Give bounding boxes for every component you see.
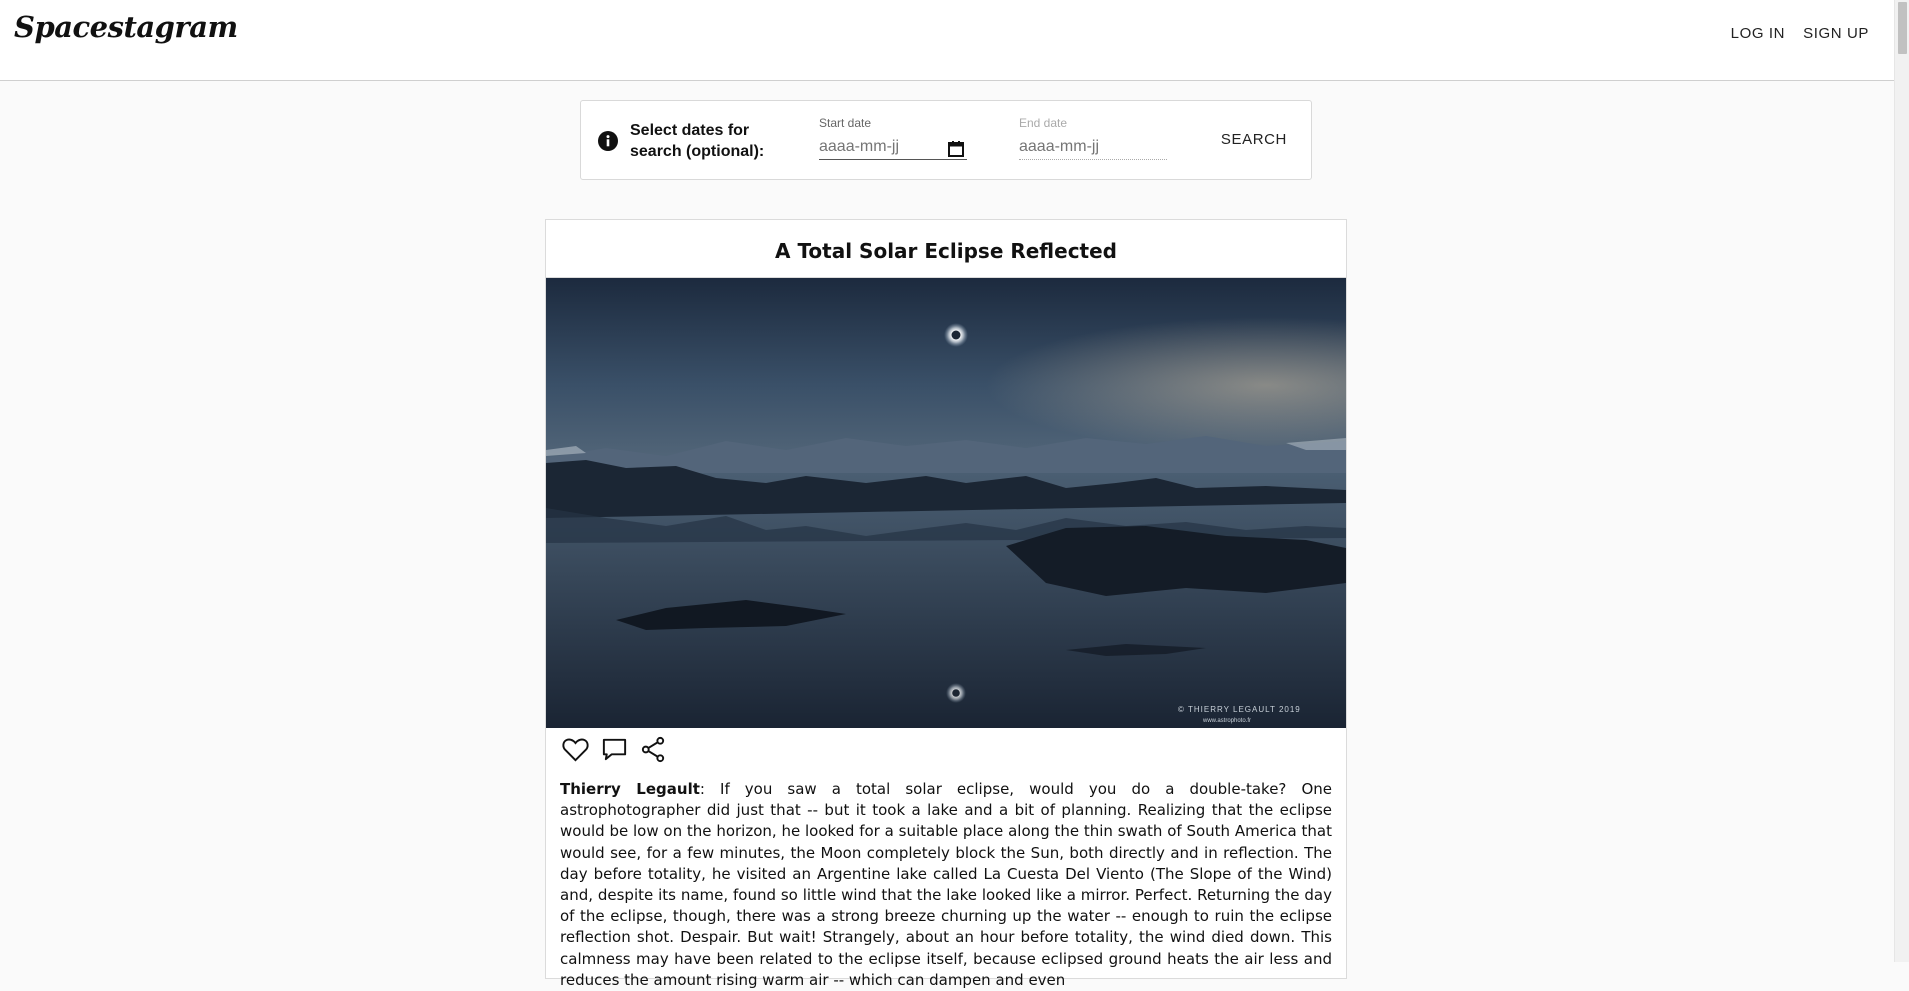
end-date-label: End date bbox=[1019, 116, 1068, 130]
post-actions bbox=[561, 735, 668, 764]
header-nav: LOG IN SIGN UP bbox=[1731, 25, 1869, 42]
start-date-label: Start date bbox=[819, 116, 872, 130]
end-date-input[interactable] bbox=[1019, 135, 1167, 160]
login-button[interactable]: LOG IN bbox=[1731, 25, 1785, 42]
info-icon bbox=[598, 131, 618, 151]
photo-watermark: © THIERRY LEGAULT 2019 bbox=[1178, 705, 1301, 714]
post-author[interactable]: Thierry Legault bbox=[560, 780, 700, 798]
start-date-field: Start date bbox=[819, 116, 967, 164]
post-card: A Total Solar Eclipse Reflected © THIERR… bbox=[545, 219, 1347, 989]
app-logo[interactable]: Spacestagram bbox=[14, 10, 238, 44]
start-date-input[interactable] bbox=[819, 135, 967, 160]
signup-button[interactable]: SIGN UP bbox=[1803, 25, 1869, 42]
date-search-panel: Select dates for search (optional): Star… bbox=[580, 100, 1312, 180]
search-button[interactable]: SEARCH bbox=[1221, 131, 1287, 148]
calendar-icon[interactable] bbox=[947, 140, 965, 158]
end-date-field: End date bbox=[1019, 116, 1167, 164]
page-scrollbar[interactable] bbox=[1894, 0, 1909, 962]
search-label: Select dates for search (optional): bbox=[630, 122, 765, 160]
heart-icon[interactable] bbox=[561, 735, 590, 764]
photo-watermark-url: www.astrophoto.fr bbox=[1202, 718, 1251, 724]
top-header: Spacestagram LOG IN SIGN UP bbox=[0, 0, 1894, 81]
comment-icon[interactable] bbox=[600, 735, 629, 764]
post-image: © THIERRY LEGAULT 2019 www.astrophoto.fr bbox=[546, 278, 1346, 728]
post-description: Thierry Legault: If you saw a total sola… bbox=[560, 779, 1332, 991]
scrollbar-thumb[interactable] bbox=[1898, 2, 1907, 54]
share-icon[interactable] bbox=[639, 735, 668, 764]
post-description-text: : If you saw a total solar eclipse, woul… bbox=[560, 780, 1332, 989]
post-title: A Total Solar Eclipse Reflected bbox=[546, 220, 1346, 278]
